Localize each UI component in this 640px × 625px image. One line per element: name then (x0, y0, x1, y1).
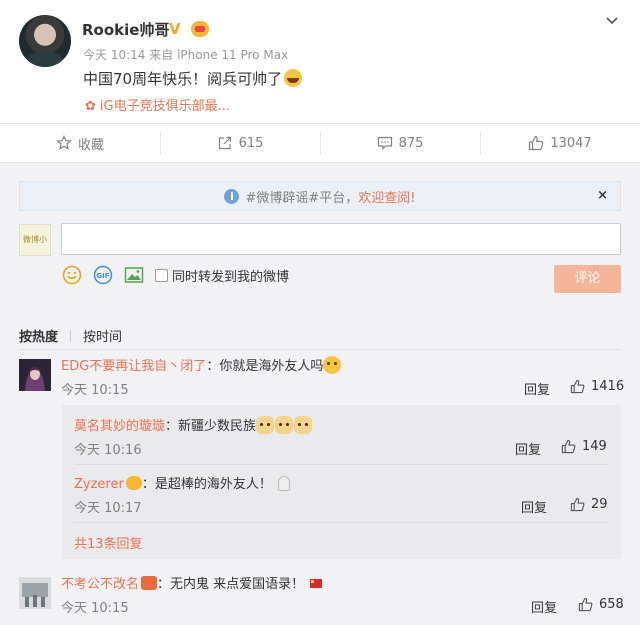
comment-button[interactable]: 875 (320, 124, 480, 162)
comment-area: i #微博辟谣#平台， 欢迎查阅! × 微博小秘 GIF 同时转发到我的微博 评… (0, 163, 640, 625)
more-replies-link[interactable]: 共13条回复 (74, 533, 143, 552)
comment-sort-tabs: 按热度 按时间 (19, 326, 122, 345)
replier-name[interactable]: Zyzerer (74, 477, 124, 492)
club-badge-icon (141, 576, 158, 590)
gif-label: GIF (96, 272, 109, 280)
composer-toolbar: GIF 同时转发到我的微博 (62, 265, 289, 285)
reply-like-count: 29 (591, 497, 608, 512)
comment-input[interactable] (61, 223, 621, 255)
emoji-icon[interactable] (62, 265, 82, 285)
comment-like-button[interactable]: 1416 (570, 379, 624, 394)
notice-text: #微博辟谣#平台， (245, 190, 359, 206)
china-flag-icon (310, 579, 323, 588)
ghost-emoji-icon (277, 476, 290, 491)
laughing-emoji-icon (284, 69, 303, 87)
post-from-prefix: 来自 (149, 48, 174, 62)
share-icon (218, 136, 231, 150)
reply-text: Zyzerer ：是超棒的海外友人！ (74, 473, 290, 492)
doge-emoji-icon (256, 416, 275, 434)
reply-button[interactable]: 回复 (515, 439, 541, 458)
doge-emoji-icon (294, 416, 313, 434)
thumbs-up-icon (570, 497, 585, 512)
gif-icon[interactable]: GIF (93, 265, 113, 285)
verified-badge-icon[interactable]: V (169, 21, 185, 37)
post-source-label: iG电子竞技俱乐部最... (99, 99, 230, 114)
author-avatar[interactable] (19, 15, 71, 67)
rumor-notice-banner: i #微博辟谣#平台， 欢迎查阅! × (19, 181, 621, 211)
divider (74, 522, 609, 523)
avatar-art-icon (19, 359, 51, 391)
reply-button[interactable]: 回复 (521, 497, 547, 516)
divider (74, 464, 609, 465)
replier-name[interactable]: 莫名其妙的璇璇 (74, 419, 165, 434)
repost-checkbox[interactable] (155, 268, 168, 282)
reply-like-button[interactable]: 29 (570, 497, 608, 512)
post-text: 中国70周年快乐！阅兵可帅了 (83, 68, 303, 89)
reply-time: 今天 10:17 (74, 501, 142, 516)
commenter-name[interactable]: 不考公不改名 (61, 577, 139, 592)
favorite-button[interactable]: 收藏 (0, 124, 160, 162)
commenter-name[interactable]: EDG不要再让我自丶闭了 (61, 359, 206, 374)
avatar-art-icon (19, 577, 51, 609)
comment-text: EDG不要再让我自丶闭了：你就是海外友人吗 (61, 355, 342, 374)
comment-time: 今天 10:15 (61, 601, 129, 616)
current-user-avatar[interactable]: 微博小秘 (19, 224, 51, 256)
reply-content: ：新疆少数民族 (165, 419, 257, 434)
thumbs-up-icon (529, 135, 544, 151)
reply-like-count: 149 (582, 439, 607, 454)
thumbs-up-icon (578, 597, 593, 612)
notice-link[interactable]: 欢迎查阅! (358, 187, 415, 206)
weibo-post: Rookie帅哥 V 今天 10:14 来自 iPhone 11 Pro Max… (0, 0, 640, 123)
reply-like-button[interactable]: 149 (561, 439, 607, 454)
reply-time: 今天 10:16 (74, 443, 142, 458)
doge-emoji-icon (275, 416, 294, 434)
comment-like-count: 1416 (591, 379, 625, 394)
comment-like-button[interactable]: 658 (578, 597, 624, 612)
reply-button[interactable]: 回复 (524, 379, 550, 398)
comment-icon (377, 136, 392, 150)
chevron-down-icon[interactable] (605, 14, 619, 28)
reply-content: ：是超棒的海外友人！ (141, 477, 272, 492)
comment-text: 不考公不改名 ：无内鬼 来点爱国语录！ (61, 573, 323, 592)
comment-like-count: 658 (599, 597, 624, 612)
tab-sort-time[interactable]: 按时间 (83, 326, 122, 345)
comment-count: 875 (398, 135, 424, 151)
thumbs-up-icon (570, 379, 585, 394)
like-count: 13047 (550, 135, 592, 151)
post-time[interactable]: 今天 10:14 (83, 48, 145, 62)
flower-icon: ✿ (85, 99, 96, 114)
repost-checkbox-row[interactable]: 同时转发到我的微博 (155, 266, 289, 285)
like-button[interactable]: 13047 (480, 124, 640, 162)
comment-content: ：你就是海外友人吗 (206, 359, 324, 374)
post-action-bar: 收藏 615 875 13047 (0, 123, 640, 163)
post-source-link[interactable]: ✿ iG电子竞技俱乐部最... (85, 95, 230, 114)
vip-badge-icon[interactable] (191, 21, 209, 37)
commenter-avatar[interactable] (19, 359, 51, 391)
reply-text: 莫名其妙的璇璇：新疆少数民族 (74, 415, 313, 434)
reply-button[interactable]: 回复 (531, 597, 557, 616)
close-icon[interactable]: × (597, 188, 608, 203)
sort-divider (70, 329, 72, 342)
submit-comment-button[interactable]: 评论 (554, 265, 621, 293)
divider (19, 349, 621, 350)
favorite-label: 收藏 (77, 137, 104, 153)
post-device: iPhone 11 Pro Max (177, 48, 289, 62)
star-icon (56, 135, 72, 150)
image-icon[interactable] (124, 265, 144, 285)
thumbs-up-icon (561, 439, 576, 454)
vip-badge-icon (125, 476, 142, 490)
post-text-content: 中国70周年快乐！阅兵可帅了 (83, 70, 283, 88)
repost-count: 615 (238, 135, 264, 151)
pondering-emoji-icon (323, 356, 342, 374)
post-meta: 今天 10:14 来自 iPhone 11 Pro Max (83, 46, 288, 63)
repost-checkbox-label: 同时转发到我的微博 (172, 269, 290, 285)
tab-sort-hot[interactable]: 按热度 (19, 326, 58, 345)
comment-content: ：无内鬼 来点爱国语录！ (157, 577, 305, 592)
commenter-avatar[interactable] (19, 577, 51, 609)
comment-time: 今天 10:15 (61, 383, 129, 398)
info-icon: i (224, 188, 240, 204)
author-name[interactable]: Rookie帅哥 (82, 19, 169, 40)
repost-button[interactable]: 615 (160, 124, 320, 162)
